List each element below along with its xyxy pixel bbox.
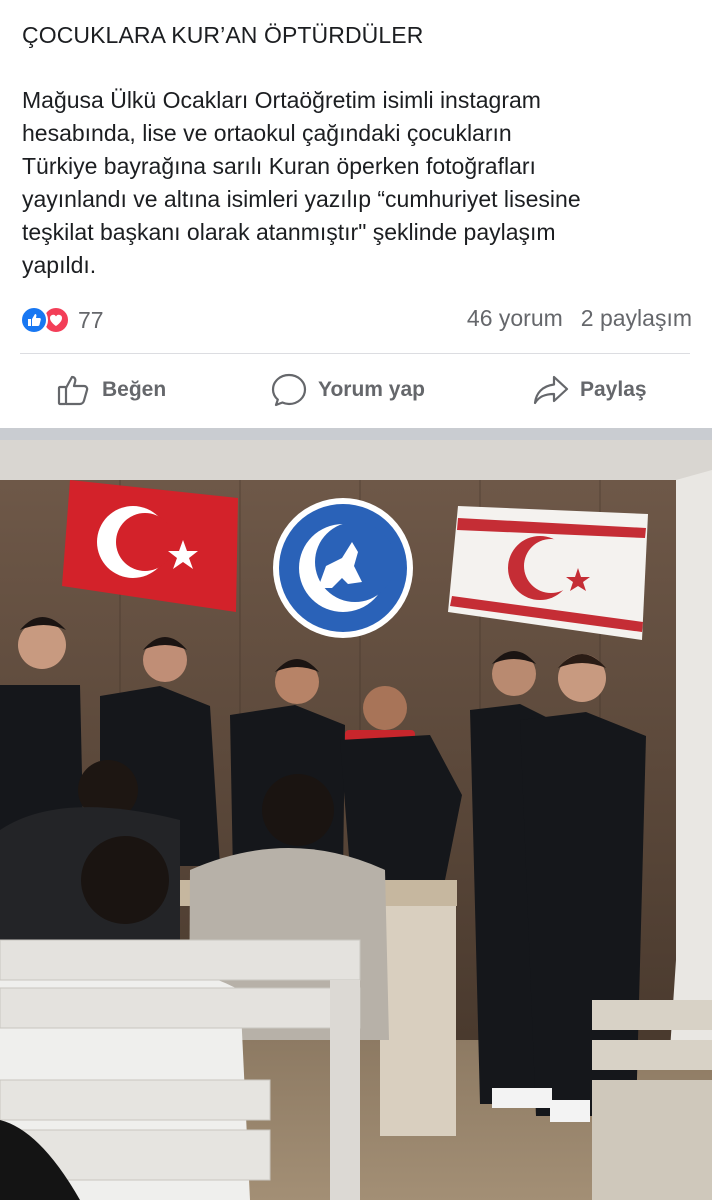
post-photo[interactable] <box>0 440 712 1200</box>
share-button[interactable]: Paylaş <box>532 362 647 418</box>
comment-button[interactable]: Yorum yap <box>270 362 425 418</box>
thumbs-up-icon <box>56 373 92 407</box>
comment-bubble-icon <box>270 372 308 408</box>
post-title: ÇOCUKLARA KUR’AN ÖPTÜRDÜLER <box>22 22 424 48</box>
reaction-count: 77 <box>78 306 104 333</box>
reactions-summary[interactable]: 77 <box>20 305 104 335</box>
share-label: Paylaş <box>580 378 647 401</box>
like-button[interactable]: Beğen <box>56 362 166 418</box>
comment-label: Yorum yap <box>318 378 425 401</box>
post-body-text: Mağusa Ülkü Ocakları Ortaöğretim isimli … <box>22 87 581 278</box>
post-action-bar: Beğen Yorum yap Paylaş <box>0 362 712 418</box>
divider <box>20 353 690 354</box>
photo-illustration <box>0 440 712 1200</box>
shares-count-link[interactable]: 2 paylaşım <box>581 305 692 332</box>
post-image-separator <box>0 428 712 440</box>
engagement-counts: 46 yorum 2 paylaşım <box>467 305 692 332</box>
ceiling <box>0 440 712 480</box>
comments-count-link[interactable]: 46 yorum <box>467 305 563 332</box>
share-arrow-icon <box>532 374 570 406</box>
like-label: Beğen <box>102 378 167 401</box>
organization-emblem <box>273 498 413 638</box>
post-card: ÇOCUKLARA KUR’AN ÖPTÜRDÜLER Mağusa Ülkü … <box>0 0 712 428</box>
post-stats-bar: 77 46 yorum 2 paylaşım <box>20 302 692 338</box>
like-icon <box>20 306 48 334</box>
